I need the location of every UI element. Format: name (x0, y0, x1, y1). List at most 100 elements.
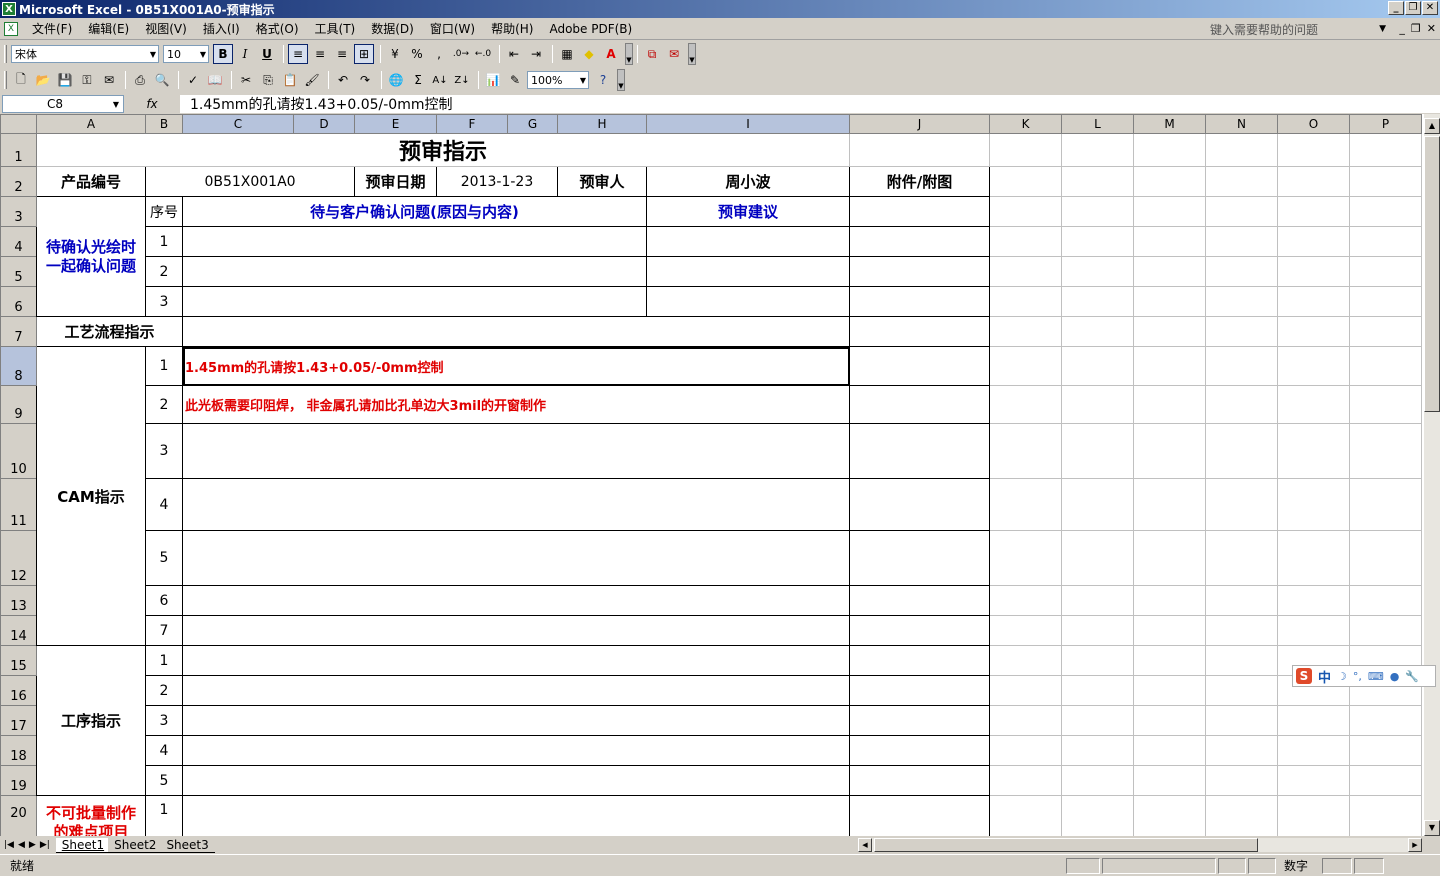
row-header[interactable]: 10 (0, 423, 37, 479)
seq-number[interactable]: 2 (145, 675, 183, 706)
column-header[interactable]: E (354, 114, 437, 134)
row-header[interactable]: 14 (0, 615, 37, 646)
product-no-label[interactable]: 产品编号 (36, 166, 146, 197)
bold-button[interactable]: B (213, 44, 233, 64)
seq-number[interactable]: 4 (145, 735, 183, 766)
chevron-down-icon[interactable]: ▼ (113, 100, 119, 109)
toolbar-options-icon[interactable]: ▼ (617, 69, 625, 91)
cell-grid[interactable]: A B C D E F G H I J K L M N O P 1 预审指示 2… (0, 114, 1422, 836)
email-icon[interactable]: ✉ (99, 70, 119, 90)
autosum-button[interactable]: Σ (408, 70, 428, 90)
help-icon[interactable]: ? (593, 70, 613, 90)
new-icon[interactable]: 🗋 (11, 70, 31, 90)
keyboard-icon[interactable]: ⌨ (1368, 670, 1384, 683)
row-header[interactable]: 2 (0, 166, 37, 197)
seq-number[interactable]: 2 (145, 256, 183, 287)
column-header[interactable]: I (646, 114, 850, 134)
currency-icon[interactable]: ¥ (385, 44, 405, 64)
print-preview-icon[interactable]: 🔍 (152, 70, 172, 90)
permission-icon[interactable]: ⚿ (77, 70, 97, 90)
seq-number[interactable]: 3 (145, 705, 183, 736)
pdf-convert-icon[interactable]: ⧉ (642, 44, 662, 64)
column-header[interactable]: C (182, 114, 294, 134)
seq-number[interactable]: 6 (145, 585, 183, 616)
next-sheet-icon[interactable]: ▶ (29, 840, 36, 850)
insert-function-button[interactable]: fx (124, 97, 180, 111)
seq-number[interactable]: 1 (145, 226, 183, 257)
suggest-header[interactable]: 预审建议 (646, 196, 850, 227)
process-flow-label[interactable]: 工艺流程指示 (36, 316, 183, 347)
column-header[interactable]: G (507, 114, 558, 134)
ime-mode-label[interactable]: 中 (1318, 667, 1331, 686)
seq-number[interactable]: 1 (145, 795, 183, 836)
row-header[interactable]: 12 (0, 530, 37, 586)
column-header[interactable]: L (1061, 114, 1134, 134)
seq-number[interactable]: 3 (145, 423, 183, 479)
align-right-icon[interactable]: ≡ (332, 44, 352, 64)
toolbar-options-icon[interactable]: ▼ (688, 43, 696, 65)
column-header[interactable]: B (145, 114, 183, 134)
decrease-decimal-icon[interactable]: ←.0 (473, 44, 493, 64)
first-sheet-icon[interactable]: |◀ (4, 840, 14, 850)
punctuation-icon[interactable]: °, (1353, 670, 1362, 683)
row-header[interactable]: 4 (0, 226, 37, 257)
menu-window[interactable]: 窗口(W) (422, 20, 483, 37)
percent-button[interactable]: % (407, 44, 427, 64)
menu-view[interactable]: 视图(V) (137, 20, 195, 37)
seq-number[interactable]: 1 (145, 645, 183, 676)
row-header[interactable]: 11 (0, 478, 37, 531)
hyperlink-icon[interactable]: 🌐 (386, 70, 406, 90)
seq-number[interactable]: 5 (145, 765, 183, 796)
close-button[interactable]: ✕ (1422, 1, 1438, 15)
save-icon[interactable]: 💾 (55, 70, 75, 90)
sheet-title[interactable]: 预审指示 (36, 133, 850, 167)
increase-decimal-icon[interactable]: .0→ (451, 44, 471, 64)
formula-input[interactable]: 1.45mm的孔请按1.43+0.05/-0mm控制 (180, 95, 1440, 113)
seq-number[interactable]: 4 (145, 478, 183, 531)
row-header[interactable]: 17 (0, 705, 37, 736)
seq-number[interactable]: 5 (145, 530, 183, 586)
format-painter-icon[interactable]: 🖌 (302, 70, 322, 90)
column-header[interactable]: D (293, 114, 355, 134)
attachment-label[interactable]: 附件/附图 (849, 166, 990, 197)
drawing-icon[interactable]: ✎ (505, 70, 525, 90)
column-header[interactable]: J (849, 114, 990, 134)
seq-number[interactable]: 3 (145, 286, 183, 317)
workbook-icon[interactable]: X (4, 21, 18, 36)
open-icon[interactable]: 📂 (33, 70, 53, 90)
row-header[interactable]: 18 (0, 735, 37, 766)
menu-insert[interactable]: 插入(I) (195, 20, 248, 37)
scroll-down-icon[interactable]: ▼ (1424, 820, 1440, 836)
paste-icon[interactable]: 📋 (280, 70, 300, 90)
step-label[interactable]: 工序指示 (36, 645, 146, 796)
cut-icon[interactable]: ✂ (236, 70, 256, 90)
worksheet[interactable]: A B C D E F G H I J K L M N O P 1 预审指示 2… (0, 114, 1424, 836)
review-date-label[interactable]: 预审日期 (354, 166, 437, 197)
column-header[interactable]: N (1205, 114, 1278, 134)
redo-icon[interactable]: ↷ (355, 70, 375, 90)
fill-color-icon[interactable]: ◆ (579, 44, 599, 64)
tab-sheet2[interactable]: Sheet2 (108, 837, 163, 853)
horizontal-scrollbar[interactable]: ◀ ▶ (858, 838, 1422, 852)
select-all-corner[interactable] (0, 114, 37, 134)
column-header[interactable]: H (557, 114, 647, 134)
help-search-input[interactable]: 键入需要帮助的问题 ▼ (1210, 20, 1388, 38)
seq-label[interactable]: 序号 (145, 196, 183, 227)
spelling-icon[interactable]: ✓ (183, 70, 203, 90)
column-header[interactable]: A (36, 114, 146, 134)
row-header[interactable]: 20 (0, 795, 37, 836)
menu-help[interactable]: 帮助(H) (483, 20, 541, 37)
vertical-scrollbar[interactable]: ▲ ▼ (1424, 114, 1440, 836)
restore-button[interactable]: ❐ (1405, 1, 1421, 15)
prev-sheet-icon[interactable]: ◀ (18, 840, 25, 850)
reviewer-value[interactable]: 周小波 (646, 166, 850, 197)
tab-sheet3[interactable]: Sheet3 (160, 837, 215, 853)
cam-label[interactable]: CAM指示 (36, 346, 146, 646)
borders-icon[interactable]: ▦ (557, 44, 577, 64)
ime-toolbar[interactable]: S 中 ☽ °, ⌨ ● 🔧 (1292, 665, 1436, 687)
menu-format[interactable]: 格式(O) (248, 20, 307, 37)
row-header[interactable]: 13 (0, 585, 37, 616)
menu-edit[interactable]: 编辑(E) (80, 20, 137, 37)
italic-button[interactable]: I (235, 44, 255, 64)
row-header[interactable]: 16 (0, 675, 37, 706)
